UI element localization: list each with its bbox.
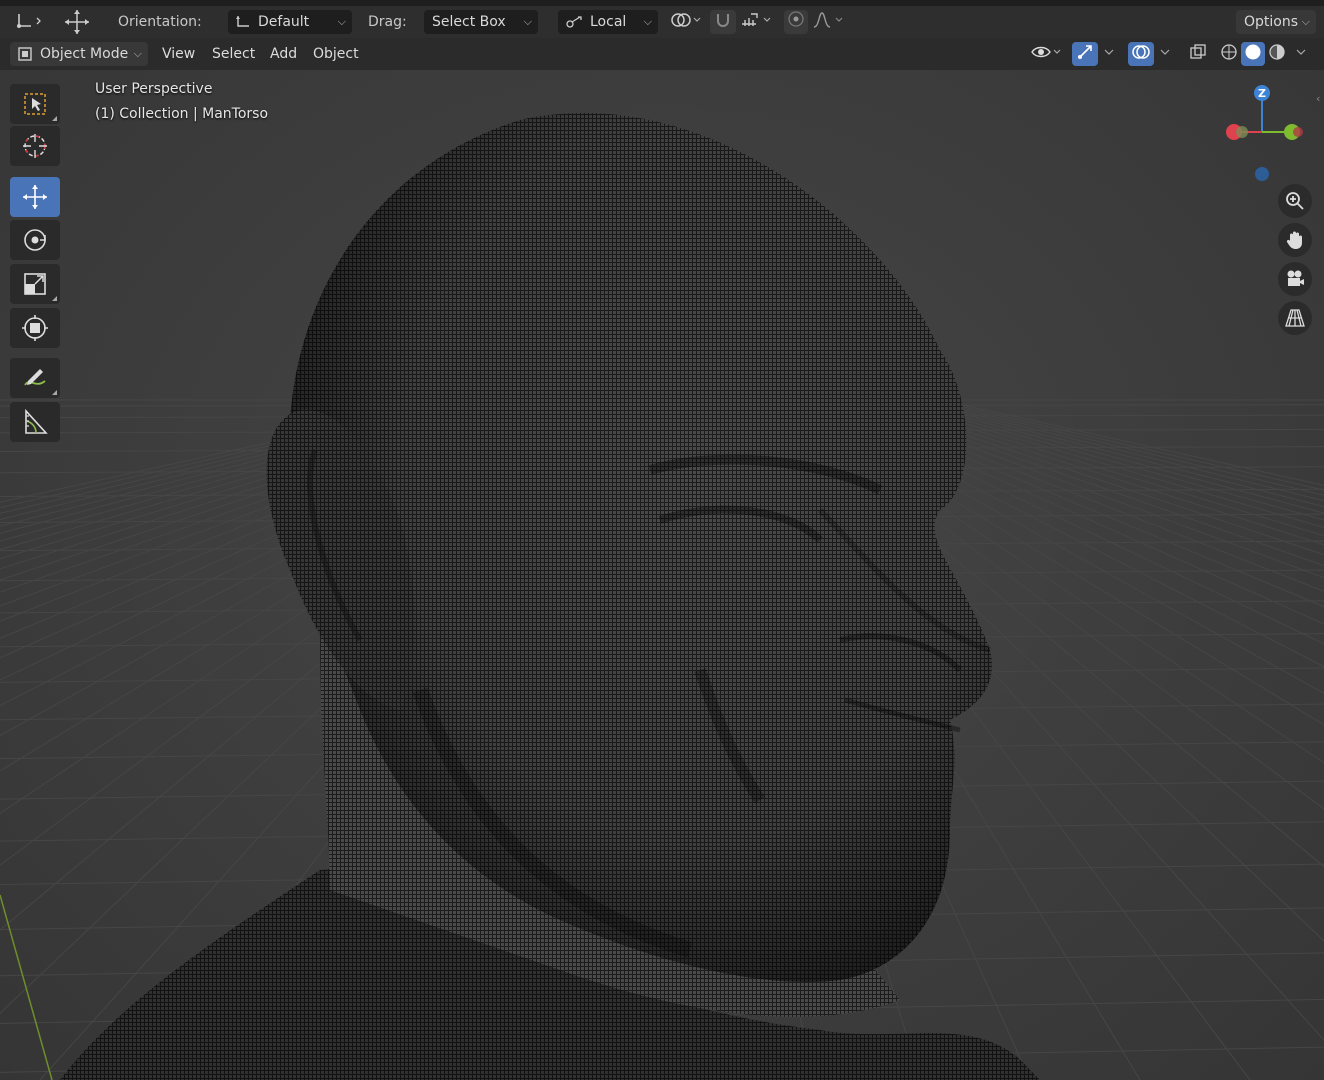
orientation-value: Default xyxy=(258,14,310,30)
3d-viewport[interactable]: User Perspective (1) Collection | ManTor… xyxy=(0,70,1324,1080)
collection-info: (1) Collection | ManTorso xyxy=(95,106,269,122)
camera-icon[interactable] xyxy=(1278,262,1312,296)
falloff-curve-icon[interactable] xyxy=(810,10,848,34)
neg-z-axis-handle[interactable] xyxy=(1255,167,1269,181)
xray-toggle-icon[interactable] xyxy=(1186,42,1210,66)
options-dropdown[interactable]: Options ⌵ xyxy=(1236,10,1316,34)
menu-view[interactable]: View xyxy=(155,42,202,66)
gizmo-toggle-icon[interactable] xyxy=(1072,42,1098,66)
snap-increment-icon[interactable] xyxy=(738,10,776,34)
z-axis-label: Z xyxy=(1258,87,1266,100)
chevron-down-icon: ⌵ xyxy=(133,47,142,60)
chevron-down-icon[interactable] xyxy=(1098,42,1120,66)
axis-navigation-gizmo[interactable]: Z xyxy=(1214,80,1314,184)
orientation-dropdown[interactable]: Default ⌵ xyxy=(228,10,352,34)
snap-target-icon[interactable] xyxy=(666,10,704,34)
mesh-object[interactable] xyxy=(0,70,1324,1080)
chevron-down-icon: ⌵ xyxy=(523,15,532,28)
drag-value: Select Box xyxy=(432,14,506,30)
measure-tool-icon[interactable] xyxy=(10,402,60,442)
move-tool-icon xyxy=(60,8,94,36)
options-label: Options xyxy=(1244,14,1299,30)
proportional-editing-icon[interactable] xyxy=(784,10,808,34)
menu-select[interactable]: Select xyxy=(205,42,262,66)
menu-add[interactable]: Add xyxy=(263,42,304,66)
zoom-icon[interactable] xyxy=(1278,184,1312,218)
pivot-value: Local xyxy=(590,14,627,30)
snap-magnet-icon[interactable] xyxy=(710,10,736,34)
overlays-toggle-icon[interactable] xyxy=(1128,42,1154,66)
scale-tool-icon[interactable] xyxy=(10,264,60,304)
sidebar-toggle-icon[interactable]: ‹ xyxy=(1316,92,1320,105)
orientation-label: Orientation: xyxy=(118,14,202,30)
select-box-tool-icon[interactable] xyxy=(10,84,60,124)
chevron-down-icon: ⌵ xyxy=(1301,15,1310,28)
annotate-tool-icon[interactable] xyxy=(10,358,60,398)
chevron-down-icon: ⌵ xyxy=(643,15,652,28)
chevron-down-icon[interactable] xyxy=(1154,42,1176,66)
material-shading-icon[interactable] xyxy=(1266,42,1288,66)
tool-settings-header: Orientation: Default ⌵ Drag: Select Box … xyxy=(0,6,1324,38)
wireframe-shading-icon[interactable] xyxy=(1218,42,1240,66)
chevron-down-icon[interactable] xyxy=(1290,42,1312,66)
solid-shading-icon[interactable] xyxy=(1241,42,1265,66)
view-name: User Perspective xyxy=(95,81,213,97)
transform-pivot-icon[interactable] xyxy=(10,10,46,34)
drag-dropdown[interactable]: Select Box ⌵ xyxy=(424,10,538,34)
menu-object[interactable]: Object xyxy=(306,42,366,66)
mode-value: Object Mode xyxy=(40,46,129,62)
pivot-dropdown[interactable]: Local ⌵ xyxy=(558,10,658,34)
cursor-tool-icon[interactable] xyxy=(10,126,60,166)
chevron-down-icon: ⌵ xyxy=(337,15,346,28)
move-tool-icon[interactable] xyxy=(10,177,60,217)
mode-dropdown[interactable]: Object Mode ⌵ xyxy=(10,42,148,66)
visibility-eye-icon[interactable] xyxy=(1028,42,1066,66)
perspective-grid-icon[interactable] xyxy=(1278,301,1312,335)
rotate-tool-icon[interactable] xyxy=(10,220,60,260)
pan-hand-icon[interactable] xyxy=(1278,223,1312,257)
drag-label: Drag: xyxy=(368,14,407,30)
transform-tool-icon[interactable] xyxy=(10,308,60,348)
viewport-header: Object Mode ⌵ View Select Add Object xyxy=(0,38,1324,70)
